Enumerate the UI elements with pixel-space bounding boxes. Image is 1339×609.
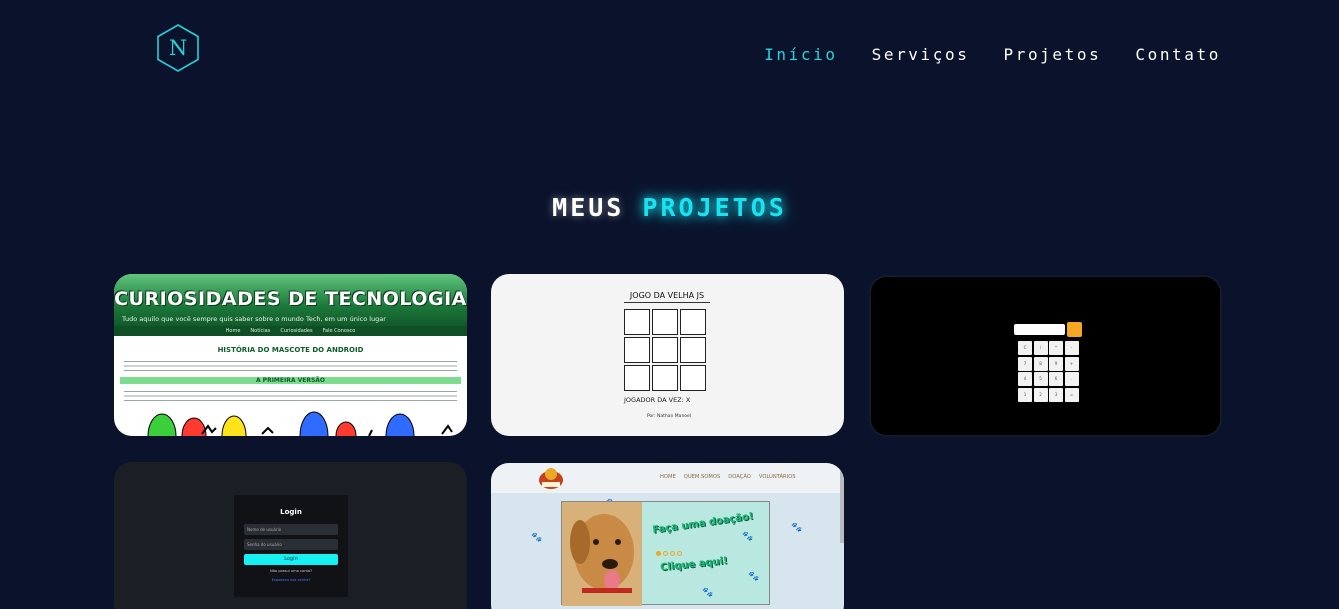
- board-cell: [680, 309, 706, 335]
- thumb-login-title: Login: [280, 508, 302, 516]
- thumb-nav-item: HOME: [660, 474, 676, 480]
- board-cell: [652, 337, 678, 363]
- calc-key: 9: [1049, 356, 1063, 371]
- thumb-nav-item: QUEM SOMOS: [683, 474, 721, 480]
- thumb-game-title: JOGO DA VELHA JS: [624, 291, 710, 303]
- thumb-username-field: Nome de usuário: [244, 524, 338, 535]
- thumb-heading: HISTÓRIA DO MASCOTE DO ANDROID: [217, 346, 364, 354]
- dog-photo: [562, 502, 642, 606]
- project-card-jogo-da-velha[interactable]: JOGO DA VELHA JS JOGADOR DA VEZ: X Por: …: [491, 274, 844, 436]
- calc-key: C: [1018, 341, 1032, 355]
- thumb-tictactoe-board: [624, 309, 710, 395]
- board-cell: [680, 337, 706, 363]
- thumb-calc-display: [1014, 324, 1065, 335]
- project-card-calculadora[interactable]: C / * - 7 8 9 + 4 5 6 . 1 2 3 =: [869, 275, 1222, 437]
- paw-icon: 🐾: [791, 523, 803, 533]
- thumb-password-field: Senha do usuário: [244, 539, 338, 550]
- project-thumb-banner: CURIOSIDADES DE TECNOLOGIA Tudo aquilo q…: [114, 274, 467, 326]
- section-title-word1: MEUS: [552, 193, 625, 222]
- nav-link-servicos[interactable]: Serviços: [872, 45, 970, 64]
- thumb-paragraph: [124, 359, 457, 373]
- calc-key: *: [1049, 341, 1063, 355]
- nav-link-projetos[interactable]: Projetos: [1003, 45, 1101, 64]
- calc-key: 1: [1018, 387, 1032, 402]
- thumb-menu: Home Notícias Curiosidades Fale Conosco: [114, 326, 467, 336]
- calc-key: 6: [1049, 372, 1063, 386]
- thumb-nav-item: VOLUNTÁRIOS: [758, 474, 796, 480]
- section-title-word2: PROJETOS: [642, 193, 787, 222]
- project-card-curiosidades[interactable]: CURIOSIDADES DE TECNOLOGIA Tudo aquilo q…: [114, 274, 467, 436]
- thumb-calc-clear-key: [1067, 322, 1082, 337]
- calc-key: 2: [1033, 387, 1048, 402]
- thumb-calc-keypad: C / * - 7 8 9 + 4 5 6 . 1 2 3 =: [1018, 341, 1079, 402]
- hexagon-logo-icon: N: [157, 24, 199, 72]
- thumb-turn-text: JOGADOR DA VEZ: X: [624, 396, 691, 404]
- thumb-menu-item: Notícias: [250, 328, 271, 334]
- thumb-headline: Faça uma doação!: [651, 510, 755, 537]
- android-mascots-image: [147, 411, 453, 436]
- paw-icon: 🐾: [742, 532, 754, 542]
- thumb-nav-item: DOAÇÃO: [728, 474, 751, 480]
- board-cell: [624, 337, 650, 363]
- thumb-forgot-link: Esqueceu sua senha?: [271, 578, 311, 582]
- thumb-menu-item: Fale Conosco: [322, 328, 356, 334]
- calc-key: 3: [1049, 387, 1063, 402]
- board-cell: [624, 309, 650, 335]
- thumb-donation-banner: Faça uma doação! Clique aqui! 🐾 🐾 🐾: [561, 501, 770, 606]
- calc-key: 5: [1033, 372, 1048, 386]
- thumb-menu-item: Home: [225, 328, 241, 334]
- thumb-topbar: HOME QUEM SOMOS DOAÇÃO VOLUNTÁRIOS: [491, 463, 844, 493]
- thumb-scrollbar: [840, 463, 844, 543]
- calc-key: -: [1064, 341, 1079, 355]
- pet-logo-icon: [539, 468, 563, 489]
- thumb-banner-title: CURIOSIDADES DE TECNOLOGIA: [114, 288, 467, 310]
- board-cell: [652, 309, 678, 335]
- paw-icon: 🐾: [748, 572, 760, 582]
- board-cell: [680, 365, 706, 391]
- thumb-login-box: Login Nome de usuário Senha do usuário L…: [234, 495, 348, 597]
- calc-key: .: [1064, 372, 1079, 386]
- calc-key: +: [1064, 356, 1079, 371]
- nav-link-contato[interactable]: Contato: [1135, 45, 1221, 64]
- paw-icon: 🐾: [702, 588, 714, 598]
- paw-icon: 🐾: [531, 533, 543, 543]
- thumb-signup-text: Não possui uma conta?: [270, 569, 312, 573]
- board-cell: [624, 365, 650, 391]
- calc-key: 8: [1033, 356, 1048, 371]
- project-card-login[interactable]: Login Nome de usuário Senha do usuário L…: [114, 462, 467, 609]
- site-logo[interactable]: N: [155, 23, 201, 73]
- calc-key: =: [1064, 387, 1079, 402]
- project-card-doacao[interactable]: HOME QUEM SOMOS DOAÇÃO VOLUNTÁRIOS 🐾 🐾 🐾…: [491, 463, 844, 609]
- calc-key: /: [1033, 341, 1048, 355]
- thumb-menu-item: Curiosidades: [280, 328, 313, 334]
- thumb-cta: Clique aqui!: [659, 555, 729, 574]
- board-cell: [652, 365, 678, 391]
- nav-link-inicio[interactable]: Início: [764, 45, 837, 64]
- main-nav: Início Serviços Projetos Contato: [764, 45, 1221, 64]
- thumb-subheading: A PRIMEIRA VERSÃO: [120, 377, 461, 384]
- thumb-carousel-dots: [656, 551, 682, 556]
- thumb-paragraph: [124, 389, 457, 401]
- thumb-author-text: Por: Nathan Manoel: [647, 414, 692, 419]
- logo-letter: N: [169, 36, 187, 60]
- thumb-banner-subtitle: Tudo aquilo que você sempre quis saber s…: [122, 315, 386, 323]
- thumb-login-button: Login: [244, 554, 338, 565]
- section-title: MEUS PROJETOS: [0, 193, 1339, 222]
- calc-key: 4: [1018, 372, 1032, 386]
- calc-key: 7: [1018, 356, 1032, 371]
- thumb-nav: HOME QUEM SOMOS DOAÇÃO VOLUNTÁRIOS: [660, 474, 796, 480]
